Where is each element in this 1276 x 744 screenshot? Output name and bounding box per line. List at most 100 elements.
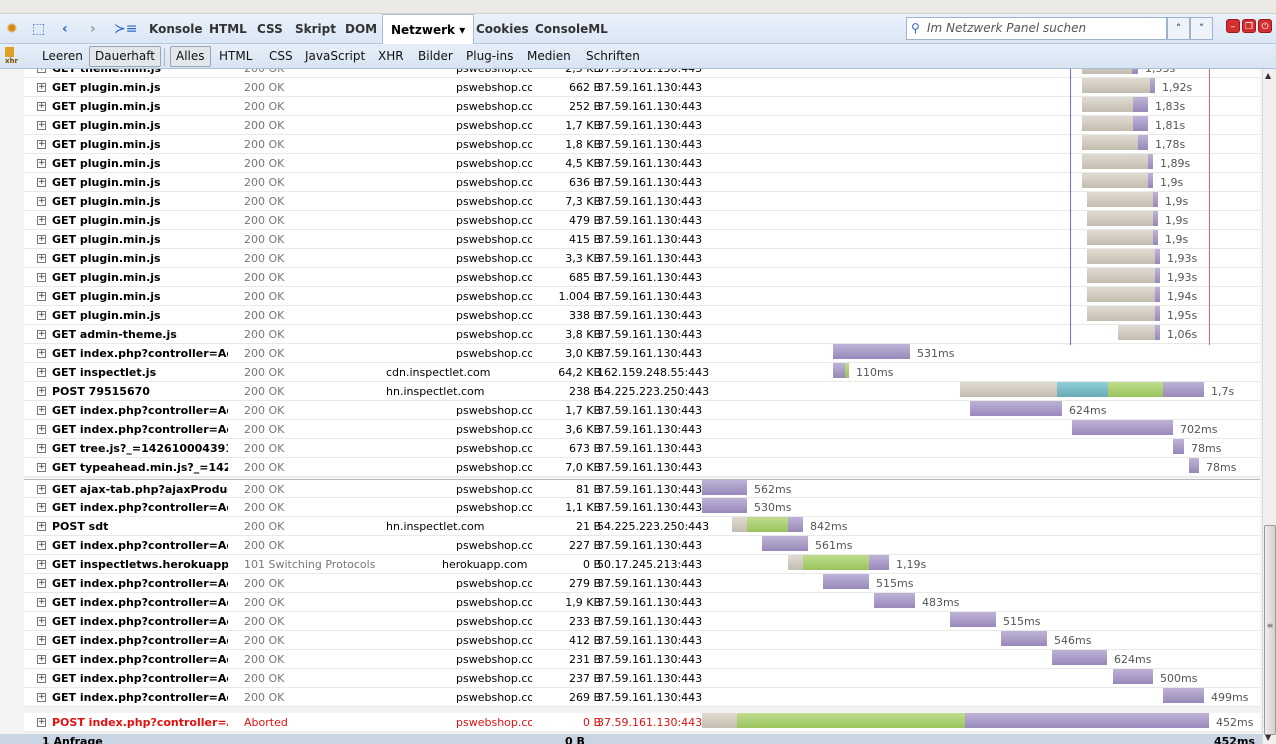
request-row[interactable]: + GET inspectletws.herokuapp.co 101 Switch… [24, 555, 1260, 574]
request-row[interactable]: + GET admin-theme.js 200 OK pswebshop.com 3,… [24, 325, 1260, 344]
request-row[interactable]: + GET plugin.min.js 200 OK pswebshop.com 252… [24, 97, 1260, 116]
request-row[interactable]: + GET index.php?controller=Adm 200 OK psweb… [24, 669, 1260, 688]
scrollbar-thumb[interactable]: ≡ [1264, 525, 1276, 735]
detach-button[interactable]: ❐ [1242, 19, 1256, 33]
search-previous-button[interactable]: ˄ [1167, 17, 1190, 40]
tab-html[interactable]: HTML [209, 14, 247, 44]
forward-arrow-icon[interactable]: › [90, 14, 96, 44]
expand-row-icon[interactable]: + [37, 560, 46, 569]
request-row[interactable]: + GET theme.min.js 200 OKpswebshop.com2,5 … [24, 69, 1260, 78]
expand-row-icon[interactable]: + [37, 636, 46, 645]
close-firebug-button[interactable]: ⏻ [1258, 19, 1272, 33]
request-row[interactable]: + GET tree.js?_=1426100043910 200 OK pswebs… [24, 439, 1260, 458]
tab-cookies[interactable]: Cookies [476, 14, 529, 44]
request-row[interactable]: + POST 79515670 200 OK hn.inspectlet.com 238… [24, 382, 1260, 401]
expand-row-icon[interactable]: + [37, 140, 46, 149]
request-row[interactable]: + GET index.php?controller=Adm 200 OK psweb… [24, 401, 1260, 420]
request-row[interactable]: + GET index.php?controller=Adm 200 OK psweb… [24, 650, 1260, 669]
filter-html[interactable]: HTML [213, 46, 258, 67]
expand-row-icon[interactable]: + [37, 83, 46, 92]
expand-row-icon[interactable]: + [37, 330, 46, 339]
expand-row-icon[interactable]: + [37, 387, 46, 396]
expand-row-icon[interactable]: + [37, 522, 46, 531]
expand-row-icon[interactable]: + [37, 235, 46, 244]
expand-row-icon[interactable]: + [37, 485, 46, 494]
expand-row-icon[interactable]: + [37, 197, 46, 206]
request-row[interactable]: + GET plugin.min.js 200 OK pswebshop.com 4,5… [24, 154, 1260, 173]
scroll-up-arrow-icon[interactable]: ▲ [1265, 71, 1271, 80]
expand-row-icon[interactable]: + [37, 159, 46, 168]
firebug-bug-icon[interactable]: ✹ [6, 14, 18, 44]
expand-row-icon[interactable]: + [37, 102, 46, 111]
request-row[interactable]: + GET index.php?controller=Adm 200 OK psweb… [24, 536, 1260, 555]
request-row[interactable]: + GET index.php?controller=Adm 200 OK psweb… [24, 498, 1260, 517]
expand-row-icon[interactable]: + [37, 598, 46, 607]
request-row[interactable]: + GET index.php?controller=Adm 200 OK psweb… [24, 344, 1260, 363]
expand-row-icon[interactable]: + [37, 216, 46, 225]
request-row[interactable]: + GET index.php?controller=Adm 200 OK psweb… [24, 420, 1260, 439]
expand-row-icon[interactable]: + [37, 254, 46, 263]
tab-consoleml[interactable]: ConsoleML [535, 14, 608, 44]
expand-row-icon[interactable]: + [37, 463, 46, 472]
request-row[interactable]: + POST index.php?controller=Adr Aborted psw… [24, 713, 1260, 732]
expand-row-icon[interactable]: + [37, 406, 46, 415]
persist-button[interactable]: Dauerhaft [89, 46, 161, 67]
filter-bilder[interactable]: Bilder [412, 46, 459, 67]
tab-netzwerk[interactable]: Netzwerk ▾ [382, 14, 475, 45]
request-row[interactable]: + GET index.php?controller=Adm 200 OK psweb… [24, 593, 1260, 612]
expand-row-icon[interactable]: + [37, 292, 46, 301]
search-next-button[interactable]: ˅ [1190, 17, 1213, 40]
scroll-down-arrow-icon[interactable]: ▼ [1265, 733, 1271, 742]
expand-row-icon[interactable]: + [37, 273, 46, 282]
request-row[interactable]: + GET plugin.min.js 200 OK pswebshop.com 1,8… [24, 135, 1260, 154]
request-row[interactable]: + GET plugin.min.js 200 OK pswebshop.com 1.0… [24, 287, 1260, 306]
request-row[interactable]: + GET index.php?controller=Adm 200 OK psweb… [24, 574, 1260, 593]
request-row[interactable]: + GET plugin.min.js 200 OK pswebshop.com 7,3… [24, 192, 1260, 211]
expand-row-icon[interactable]: + [37, 444, 46, 453]
expand-row-icon[interactable]: + [37, 617, 46, 626]
request-row[interactable]: + GET index.php?controller=Adm 200 OK psweb… [24, 688, 1260, 707]
tab-css[interactable]: CSS [257, 14, 283, 44]
expand-row-icon[interactable]: + [37, 541, 46, 550]
request-row[interactable]: + GET index.php?controller=Adm 200 OK psweb… [24, 631, 1260, 650]
request-row[interactable]: + GET plugin.min.js 200 OK pswebshop.com 636… [24, 173, 1260, 192]
minimize-button[interactable]: – [1226, 19, 1240, 33]
expand-row-icon[interactable]: + [37, 674, 46, 683]
expand-row-icon[interactable]: + [37, 69, 46, 73]
request-row[interactable]: + GET index.php?controller=Adm 200 OK psweb… [24, 612, 1260, 631]
expand-row-icon[interactable]: + [37, 655, 46, 664]
expand-row-icon[interactable]: + [37, 503, 46, 512]
expand-row-icon[interactable]: + [37, 311, 46, 320]
tab-dom[interactable]: DOM [345, 14, 377, 44]
expand-row-icon[interactable]: + [37, 579, 46, 588]
expand-row-icon[interactable]: + [37, 693, 46, 702]
filter-medien[interactable]: Medien [521, 46, 577, 67]
tab-skript[interactable]: Skript [295, 14, 336, 44]
filter-plugins[interactable]: Plug-ins [460, 46, 519, 67]
inspect-element-icon[interactable]: ⬚ [32, 14, 45, 44]
filter-alles[interactable]: Alles [170, 46, 211, 67]
request-row[interactable]: + GET plugin.min.js 200 OK pswebshop.com 415… [24, 230, 1260, 249]
request-row[interactable]: + GET plugin.min.js 200 OK pswebshop.com 3,3… [24, 249, 1260, 268]
expand-row-icon[interactable]: + [37, 349, 46, 358]
request-row[interactable]: + GET ajax-tab.php?ajaxProduct. 200 OK pswe… [24, 479, 1260, 498]
filter-javascript[interactable]: JavaScript [299, 46, 371, 67]
request-row[interactable]: + GET plugin.min.js 200 OK pswebshop.com 338… [24, 306, 1260, 325]
back-arrow-icon[interactable]: ‹ [62, 14, 68, 44]
request-row[interactable]: + GET typeahead.min.js?_=1426 200 OK pswebs… [24, 458, 1260, 477]
request-row[interactable]: + GET plugin.min.js 200 OK pswebshop.com 662… [24, 78, 1260, 97]
request-row[interactable]: + GET plugin.min.js 200 OK pswebshop.com 1,7… [24, 116, 1260, 135]
command-line-icon[interactable]: ≻≡ [114, 14, 137, 44]
network-search-input[interactable]: ⚲ Im Netzwerk Panel suchen [906, 17, 1167, 40]
request-row[interactable]: + POST sdt 200 OK hn.inspectlet.com 21 B 54.2… [24, 517, 1260, 536]
expand-row-icon[interactable]: + [37, 718, 46, 727]
filter-xhr[interactable]: XHR [372, 46, 410, 67]
clear-button[interactable]: Leeren [36, 46, 89, 67]
filter-schriften[interactable]: Schriften [580, 46, 646, 67]
request-row[interactable]: + GET plugin.min.js 200 OK pswebshop.com 685… [24, 268, 1260, 287]
expand-row-icon[interactable]: + [37, 121, 46, 130]
request-row[interactable]: + GET inspectlet.js 200 OK cdn.inspectlet.c… [24, 363, 1260, 382]
tab-konsole[interactable]: Konsole [149, 14, 203, 44]
vertical-scrollbar[interactable]: ▲ ≡ ▼ [1262, 69, 1276, 744]
expand-row-icon[interactable]: + [37, 425, 46, 434]
